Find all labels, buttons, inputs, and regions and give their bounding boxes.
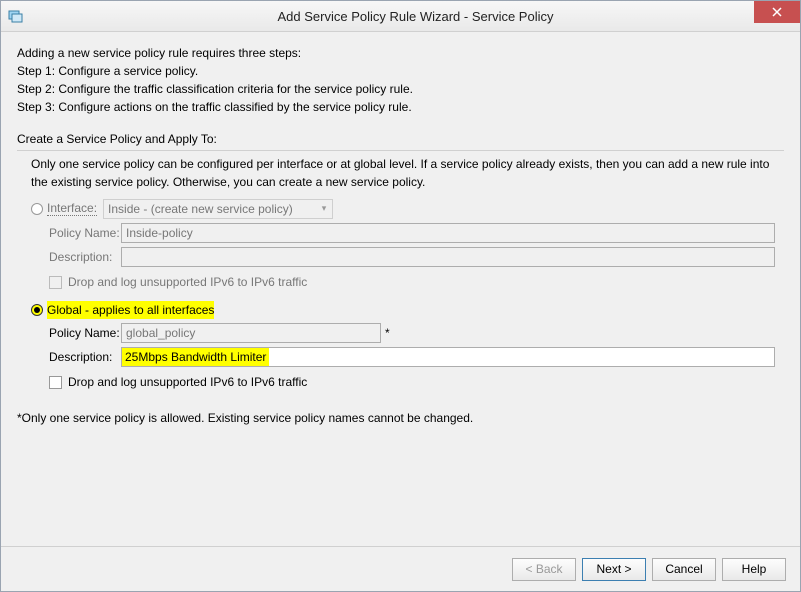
wizard-body: Adding a new service policy rule require… — [1, 32, 800, 546]
interface-radio-label: Interface: — [47, 202, 97, 216]
global-description-label: Description: — [49, 348, 121, 366]
intro-step1: Step 1: Configure a service policy. — [17, 62, 784, 80]
interface-description-label: Description: — [49, 248, 121, 266]
global-drop-label: Drop and log unsupported IPv6 to IPv6 tr… — [68, 373, 307, 391]
intro-step2: Step 2: Configure the traffic classifica… — [17, 80, 784, 98]
close-icon — [772, 7, 782, 17]
required-asterisk: * — [385, 324, 390, 342]
global-radio-label: Global - applies to all interfaces — [47, 301, 214, 319]
interface-combo-value: Inside - (create new service policy) — [104, 200, 316, 218]
interface-combo: Inside - (create new service policy) ▾ — [103, 199, 333, 219]
intro-block: Adding a new service policy rule require… — [17, 44, 784, 116]
intro-step3: Step 3: Configure actions on the traffic… — [17, 98, 784, 116]
wizard-window: Add Service Policy Rule Wizard - Service… — [0, 0, 801, 592]
interface-group: Interface: Inside - (create new service … — [31, 199, 784, 291]
interface-radio[interactable] — [31, 203, 43, 215]
global-policy-name-label: Policy Name: — [49, 324, 121, 342]
interface-drop-checkbox — [49, 276, 62, 289]
cancel-button[interactable]: Cancel — [652, 558, 716, 581]
intro-heading: Adding a new service policy rule require… — [17, 44, 784, 62]
global-drop-checkbox[interactable] — [49, 376, 62, 389]
section-separator — [17, 150, 784, 151]
interface-policy-name-label: Policy Name: — [49, 224, 121, 242]
interface-description-input — [121, 247, 775, 267]
interface-drop-label: Drop and log unsupported IPv6 to IPv6 tr… — [68, 273, 307, 291]
window-title: Add Service Policy Rule Wizard - Service… — [31, 9, 800, 24]
global-radio[interactable] — [31, 304, 43, 316]
app-icon — [1, 8, 31, 24]
global-policy-name-input — [121, 323, 381, 343]
apply-to-label: Create a Service Policy and Apply To: — [17, 130, 784, 148]
button-bar: < Back Next > Cancel Help — [1, 546, 800, 591]
global-description-input[interactable] — [121, 347, 775, 367]
footnote: *Only one service policy is allowed. Exi… — [17, 409, 784, 427]
apply-to-note: Only one service policy can be configure… — [31, 155, 784, 191]
close-button[interactable] — [754, 1, 800, 23]
chevron-down-icon: ▾ — [316, 202, 332, 216]
next-button[interactable]: Next > — [582, 558, 646, 581]
titlebar: Add Service Policy Rule Wizard - Service… — [1, 1, 800, 32]
help-button[interactable]: Help — [722, 558, 786, 581]
global-group: Global - applies to all interfaces Polic… — [31, 301, 784, 391]
back-button: < Back — [512, 558, 576, 581]
interface-policy-name-input — [121, 223, 775, 243]
